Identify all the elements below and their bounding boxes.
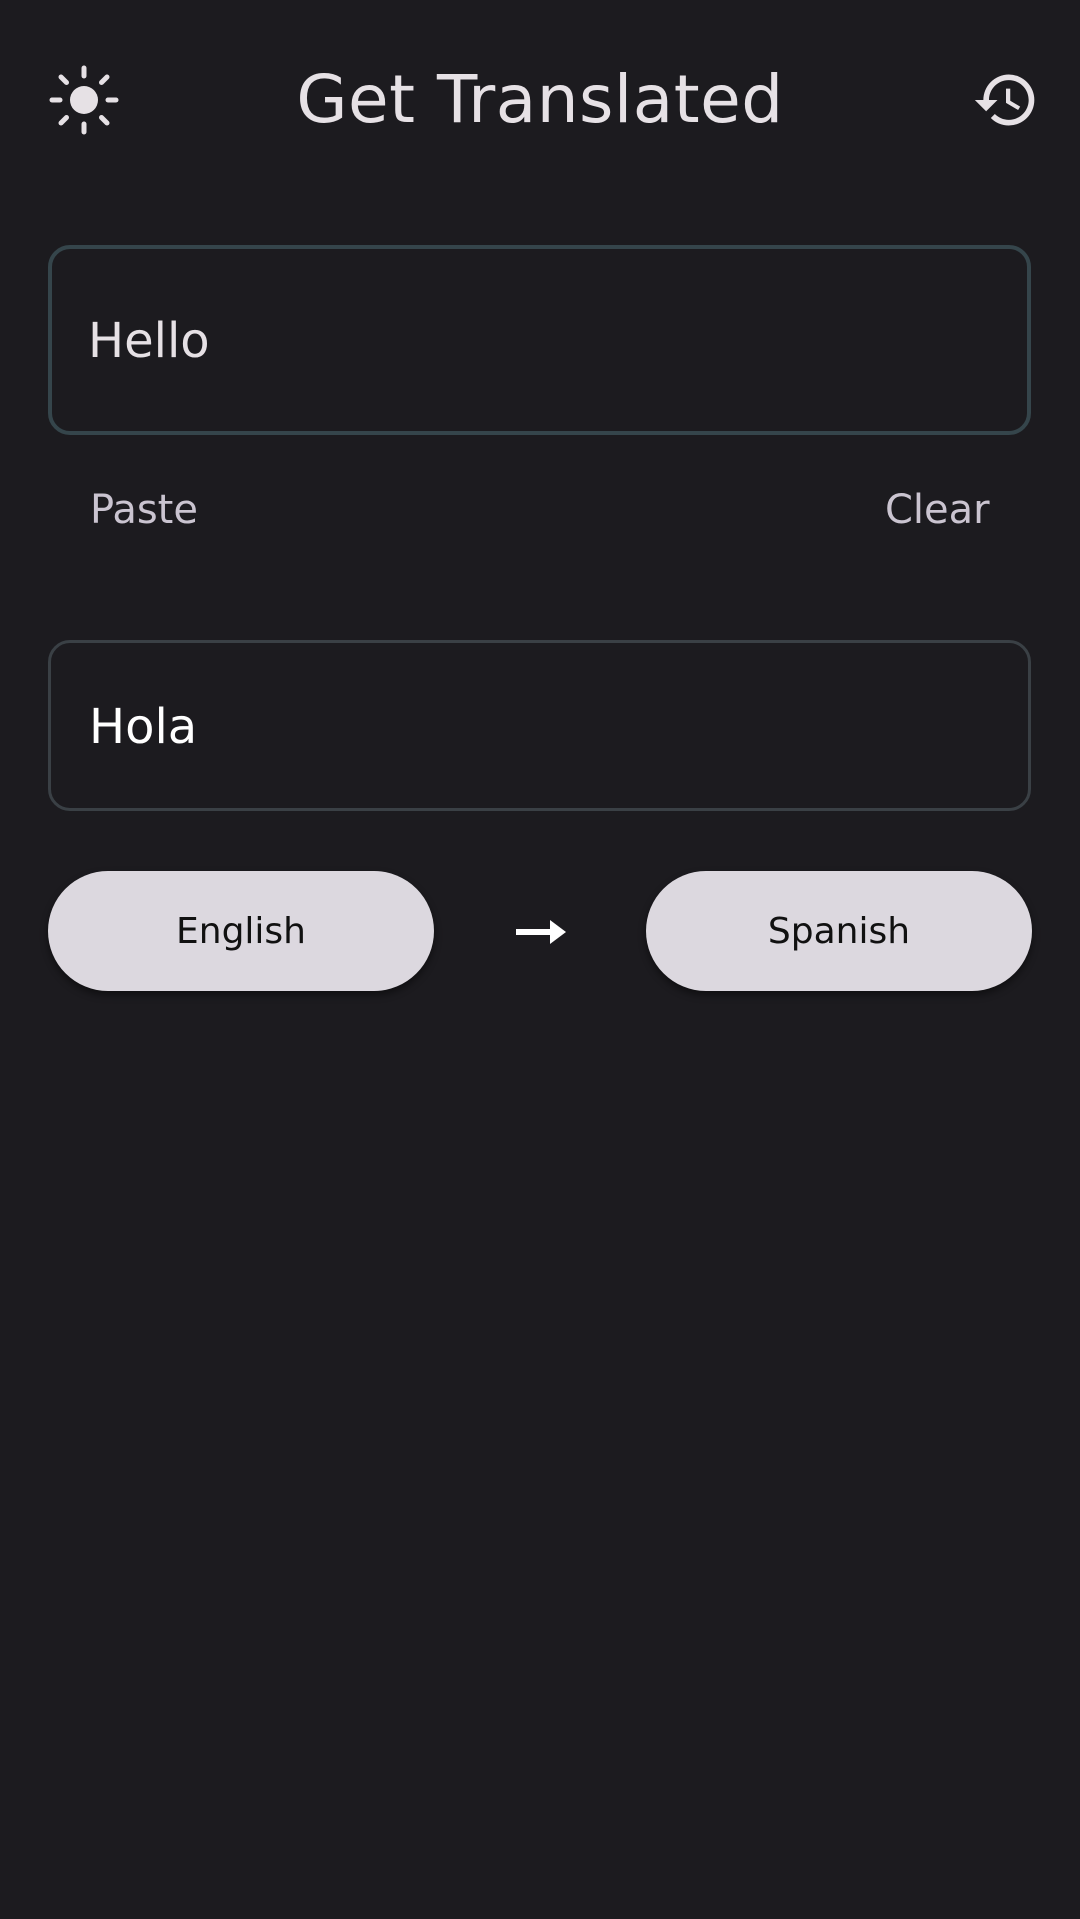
source-text-value: Hello (88, 313, 210, 369)
source-language-button[interactable]: English (48, 871, 434, 991)
history-button[interactable] (970, 64, 1042, 136)
target-language-button[interactable]: Spanish (646, 871, 1032, 991)
history-icon (974, 74, 1035, 126)
paste-button[interactable]: Paste (90, 478, 198, 542)
translation-text: Hola (89, 699, 198, 755)
page-title: Get Translated (296, 61, 784, 138)
arrow-right-icon (516, 920, 566, 944)
source-text-input[interactable]: Hello (48, 245, 1031, 435)
translation-output: Hola (48, 640, 1031, 811)
app-screen: Get Translated Hello Paste Clear Hola En… (0, 0, 1080, 1919)
clear-button[interactable]: Clear (885, 478, 990, 542)
